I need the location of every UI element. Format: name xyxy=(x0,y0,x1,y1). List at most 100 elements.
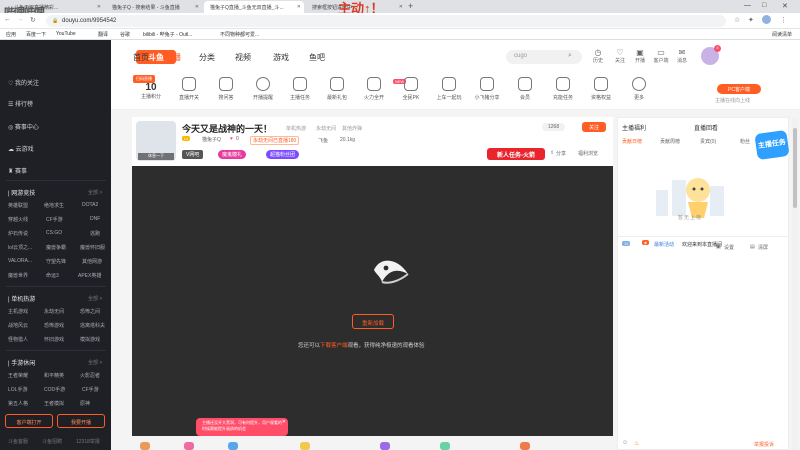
back-icon[interactable]: ← xyxy=(4,16,11,23)
category-link[interactable]: 恐怖之间 xyxy=(80,308,100,315)
category-link[interactable]: 守望先锋 xyxy=(46,258,66,265)
sidebar-item-cloud-game[interactable]: ☁ 云游戏 xyxy=(8,144,34,153)
history-button[interactable]: ◷ 历史 xyxy=(591,48,605,64)
nav-video[interactable]: 视频 xyxy=(235,52,251,63)
start-stream-button[interactable]: 我要开播 xyxy=(57,414,105,428)
feature-reminder[interactable]: 开播提醒 xyxy=(245,77,281,101)
gift-icon[interactable] xyxy=(520,442,530,450)
category-link[interactable]: 和平精英 xyxy=(44,372,64,379)
report-link[interactable]: 福利浏览 xyxy=(578,150,598,157)
new-task-button[interactable]: 新人任务-火箭 xyxy=(487,148,545,160)
feature-qa[interactable]: 搜问答 xyxy=(208,77,244,101)
points-widget[interactable]: 10 主播积分 xyxy=(133,77,169,100)
tab-vip[interactable]: 贵宾(0) xyxy=(700,138,716,145)
close-icon[interactable]: ✕ xyxy=(97,4,101,10)
category-link[interactable]: 绝地求生 xyxy=(44,202,64,209)
share-label[interactable]: 分享 xyxy=(556,150,566,157)
gift-icon[interactable] xyxy=(140,442,150,450)
bookmark-item[interactable]: 阅读清单 xyxy=(772,31,792,38)
nav-game[interactable]: 游戏 xyxy=(273,52,289,63)
client-open-button[interactable]: 客户端打开 xyxy=(5,414,53,428)
share-icon[interactable]: ⇪ xyxy=(550,150,554,156)
category-link[interactable]: lol云顶之... xyxy=(8,244,32,251)
category-link[interactable]: 穿越火线 xyxy=(8,216,28,223)
bookmark-item[interactable]: 翻译 xyxy=(98,31,108,38)
category-link[interactable]: DNF xyxy=(90,216,100,222)
category-link[interactable]: 炉石传说 xyxy=(8,230,28,237)
new-tab-icon[interactable]: + xyxy=(408,1,413,11)
sidebar-item-match[interactable]: ♜ 赛事 xyxy=(8,166,27,175)
category-link[interactable]: VALORA... xyxy=(8,258,32,264)
star-icon[interactable]: ☆ xyxy=(734,16,740,24)
section-more-link[interactable]: 全部 > xyxy=(88,189,102,196)
close-icon[interactable]: ✕ xyxy=(195,4,199,10)
category-link[interactable]: 怪物猎人 xyxy=(8,336,28,343)
message-button[interactable]: ✉ 消息 xyxy=(675,48,689,64)
report-link[interactable]: 举报投诉 xyxy=(754,441,774,448)
search-icon[interactable]: ⌕ xyxy=(568,52,572,60)
setting-icon[interactable]: ▣ xyxy=(716,244,721,250)
room-tag[interactable]: 单机热游 xyxy=(286,125,306,132)
category-link[interactable]: 永劫无间 xyxy=(44,308,64,315)
gift-icon[interactable] xyxy=(380,442,390,450)
reload-icon[interactable]: ↻ xyxy=(30,16,36,24)
streamer-avatar[interactable]: 休息一下 xyxy=(136,121,176,161)
nav-live[interactable]: 直播 xyxy=(165,52,181,63)
search-input[interactable]: cugo ⌕ xyxy=(506,50,582,64)
promo-toast[interactable]: 主播还没开大黑洞，可有何提升，用户观看的时候赛能提升画质的机会 ✕ xyxy=(196,418,288,436)
category-link[interactable]: 魔兽争霸 xyxy=(46,244,66,251)
bookmark-item[interactable]: 应用 xyxy=(6,31,16,38)
category-link[interactable]: CF手游 xyxy=(46,216,63,223)
category-link[interactable]: CF手游 xyxy=(82,386,99,393)
nav-fishbar[interactable]: 鱼吧 xyxy=(309,52,325,63)
nav-category[interactable]: 分类 xyxy=(199,52,215,63)
more-icon[interactable]: ⋮ xyxy=(780,16,787,24)
category-link[interactable]: 王者模拟 xyxy=(44,400,64,407)
category-link[interactable]: 逃离塔科夫 xyxy=(80,322,105,329)
pc-client-button[interactable]: PC客户端 xyxy=(717,84,761,94)
category-link[interactable]: 命运3 xyxy=(46,272,59,279)
room-tag[interactable]: 永劫无间 xyxy=(316,125,336,132)
vip-badge[interactable]: V网吧 xyxy=(182,150,204,159)
video-player[interactable]: 重新加载 您还可以下载客户端观看，获得纯净极速的观看体验 xyxy=(132,166,613,436)
category-link[interactable]: 怀旧游戏 xyxy=(44,336,64,343)
category-link[interactable]: 魔兽世界 xyxy=(8,272,28,279)
category-link[interactable]: 其他网游 xyxy=(82,258,102,265)
scrollbar[interactable] xyxy=(792,118,798,450)
category-link[interactable]: 战地风云 xyxy=(8,322,28,329)
download-client-link[interactable]: 下载客户端 xyxy=(320,343,348,349)
feature-tasks[interactable]: 主播任务 xyxy=(282,77,318,101)
gift-badge[interactable]: 魔鬼糖礼 xyxy=(218,150,247,159)
section-more-link[interactable]: 全部 > xyxy=(88,295,102,302)
footer-link[interactable]: 斗鱼招聘 xyxy=(42,438,62,445)
tab-weekly-rank[interactable]: 贡献周榜 xyxy=(660,138,680,145)
category-link[interactable]: DOTA2 xyxy=(82,202,98,208)
category-link[interactable]: 第五人格 xyxy=(8,400,28,407)
category-link[interactable]: APEX英雄 xyxy=(78,272,101,279)
streamer-name[interactable]: 猫兔子Q xyxy=(202,136,221,143)
category-link[interactable]: 原神 xyxy=(80,400,90,407)
feature-carpool[interactable]: 上车一起玩 xyxy=(431,77,467,101)
scrollbar-thumb[interactable] xyxy=(793,128,797,208)
feature-more[interactable]: 更多 xyxy=(621,77,657,101)
category-link[interactable]: 模拟游戏 xyxy=(80,336,100,343)
url-field[interactable]: 🔒 douyu.com/9954542 xyxy=(46,15,726,27)
category-link[interactable]: CS:GO xyxy=(46,230,62,236)
minimize-icon[interactable]: — xyxy=(744,2,751,9)
task-float-badge[interactable]: 主播任务 xyxy=(752,124,792,164)
category-link[interactable]: 火影忍者 xyxy=(80,372,100,379)
fire-icon[interactable]: ♨ xyxy=(634,440,639,447)
feature-gifts[interactable]: 最新礼包 xyxy=(319,77,355,101)
feature-charge[interactable]: 充能任务 xyxy=(545,77,581,101)
chat-username[interactable]: 最新活动 xyxy=(654,241,674,248)
gift-icon[interactable] xyxy=(300,442,310,450)
room-tag[interactable]: 其他炸弹 xyxy=(342,125,362,132)
bookmark-item[interactable]: bilibili - 哔兔子 - Outl... xyxy=(143,31,192,38)
window-close-icon[interactable]: ✕ xyxy=(782,2,788,10)
close-icon[interactable]: ✕ xyxy=(282,419,286,425)
category-link[interactable]: 英雄联盟 xyxy=(8,202,28,209)
bookmark-item[interactable]: 谷歌 xyxy=(120,31,130,38)
nav-home[interactable]: 首页 xyxy=(133,52,149,63)
feature-share[interactable]: 小飞猪分享 xyxy=(469,77,505,101)
feature-fire[interactable]: 火力全开 xyxy=(356,77,392,101)
